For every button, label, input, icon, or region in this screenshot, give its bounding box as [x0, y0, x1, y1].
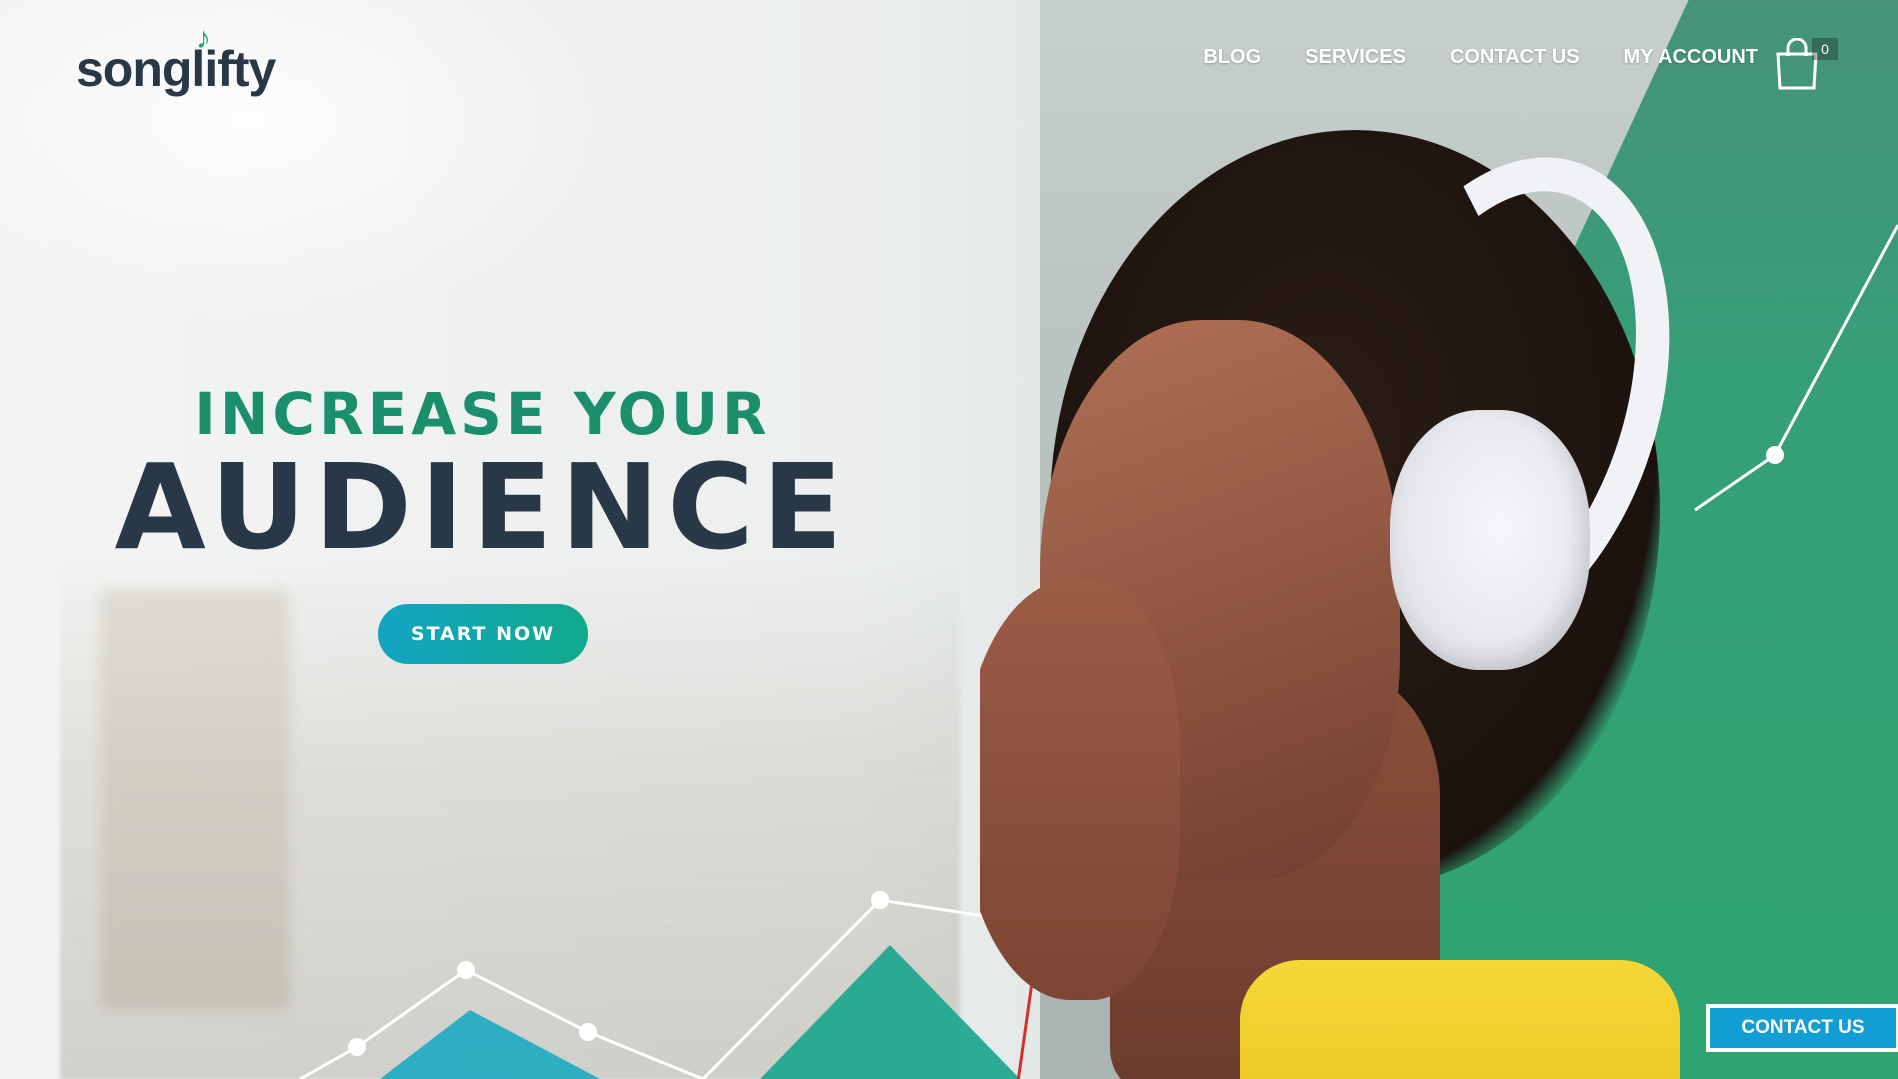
cart-count-badge: 0	[1812, 38, 1838, 60]
background-tower	[100, 590, 290, 1010]
music-note-icon: ♪	[196, 22, 211, 55]
nav-my-account[interactable]: MY ACCOUNT	[1624, 46, 1758, 69]
nav-contact-us[interactable]: CONTACT US	[1450, 46, 1580, 69]
site-header: songlifty ♪ BLOG SERVICES CONTACT US MY …	[0, 0, 1898, 120]
headphone-earcup	[1390, 410, 1590, 670]
hero-headline: AUDIENCE	[114, 438, 851, 576]
nav-services[interactable]: SERVICES	[1305, 46, 1406, 69]
logo-text: songlifty	[76, 41, 276, 97]
yellow-shirt	[1240, 960, 1680, 1079]
hero-text: INCREASE YOUR AUDIENCE	[0, 380, 965, 576]
start-now-button[interactable]: START NOW	[378, 604, 588, 664]
hand	[980, 580, 1180, 1000]
logo[interactable]: songlifty ♪	[76, 22, 276, 98]
woman-with-headphones-photo	[980, 110, 1740, 1079]
nav-blog[interactable]: BLOG	[1203, 46, 1261, 69]
floating-contact-button[interactable]: CONTACT US	[1706, 1004, 1898, 1052]
main-nav: BLOG SERVICES CONTACT US MY ACCOUNT	[1203, 46, 1758, 69]
